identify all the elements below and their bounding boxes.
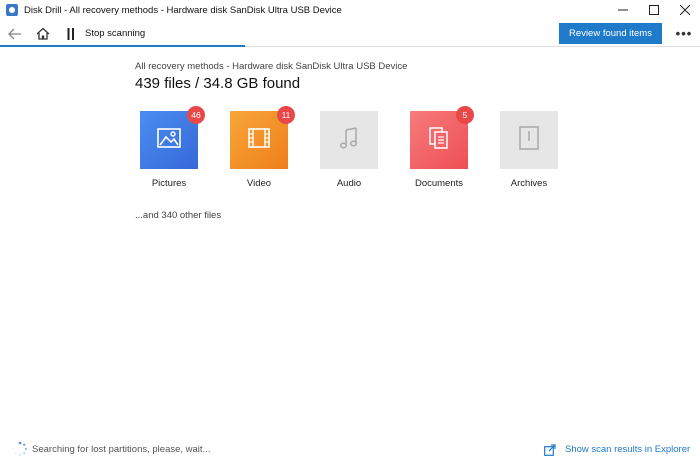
files-found-headline: 439 files / 34.8 GB found (135, 75, 301, 92)
category-label-archives[interactable]: Archives (484, 178, 574, 189)
film-icon (248, 127, 270, 153)
review-found-items-button[interactable]: Review found items (559, 23, 662, 44)
scan-progress-bar (0, 45, 245, 47)
category-label-video[interactable]: Video (214, 178, 304, 189)
more-options-icon[interactable]: ••• (672, 23, 696, 44)
documents-count-badge: 5 (456, 106, 474, 124)
video-count-badge: 11 (277, 106, 295, 124)
window-title: Disk Drill - All recovery methods - Hard… (24, 4, 342, 16)
category-tile-audio[interactable] (320, 111, 378, 169)
show-in-explorer-link[interactable]: Show scan results in Explorer (565, 444, 690, 455)
category-label-documents[interactable]: Documents (394, 178, 484, 189)
other-files-link[interactable]: ...and 340 other files (135, 210, 221, 221)
open-external-icon[interactable] (544, 443, 556, 456)
back-arrow-icon[interactable] (4, 22, 26, 45)
maximize-icon[interactable] (638, 0, 669, 20)
category-label-audio[interactable]: Audio (304, 178, 394, 189)
title-bar: Disk Drill - All recovery methods - Hard… (0, 0, 700, 20)
disk-drill-app-icon (6, 4, 18, 16)
category-label-pictures[interactable]: Pictures (124, 178, 214, 189)
category-tile-archives[interactable] (500, 111, 558, 169)
close-icon[interactable] (669, 0, 700, 20)
pause-icon[interactable] (62, 22, 80, 45)
image-icon (157, 127, 181, 153)
minimize-icon[interactable] (607, 0, 638, 20)
pictures-count-badge: 46 (187, 106, 205, 124)
home-icon[interactable] (32, 22, 54, 45)
documents-icon (428, 126, 450, 155)
loading-spinner-icon (12, 441, 28, 457)
window-controls (607, 0, 700, 20)
scan-subtitle: All recovery methods - Hardware disk San… (135, 61, 408, 72)
music-note-icon (339, 126, 359, 155)
archive-icon (519, 125, 539, 155)
status-searching-text: Searching for lost partitions, please, w… (32, 444, 211, 455)
stop-scanning-button[interactable]: Stop scanning (85, 28, 145, 39)
